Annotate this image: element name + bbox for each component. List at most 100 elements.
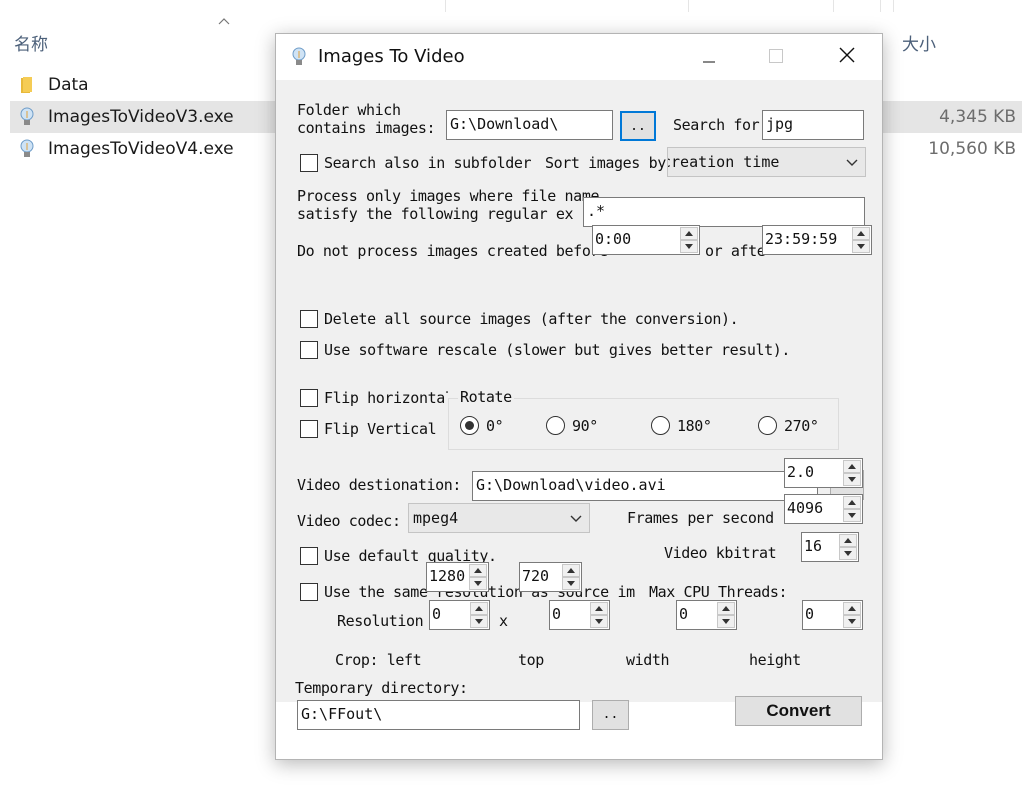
spin-up-icon[interactable] (469, 564, 487, 577)
search-for-label: Search for (673, 116, 760, 134)
spinner-value: 0 (805, 605, 815, 623)
temp-directory-label: Temporary directory: (295, 679, 468, 697)
max-cpu-spinner[interactable]: 16 (801, 532, 859, 562)
title-bar[interactable]: Images To Video (276, 34, 882, 80)
folder-icon (16, 74, 38, 96)
codec-label: Video codec: (297, 512, 401, 530)
crop-top-spinner[interactable]: 0 (549, 600, 610, 630)
chevron-down-icon (845, 152, 859, 176)
spin-down-icon[interactable] (717, 615, 735, 628)
spin-down-icon[interactable] (562, 577, 580, 590)
spinner-value: 1280 (429, 567, 466, 585)
or-after-label: or afte (705, 242, 766, 260)
convert-button[interactable]: Convert (735, 696, 862, 726)
close-button[interactable] (824, 34, 870, 80)
same-resolution-checkbox[interactable] (300, 583, 318, 601)
subfolder-checkbox[interactable] (300, 154, 318, 172)
sort-value: creation time (667, 153, 780, 171)
default-quality-checkbox[interactable] (300, 547, 318, 565)
spinner-value: 23:59:59 (765, 230, 838, 248)
after-time-spinner[interactable]: 23:59:59 (762, 225, 872, 255)
created-before-label: Do not process images created before (297, 242, 608, 260)
sort-label: Sort images by (545, 154, 666, 172)
spinner-value: 0:00 (595, 230, 632, 248)
codec-select[interactable]: mpeg4 (408, 503, 590, 533)
spin-up-icon[interactable] (843, 460, 861, 473)
rotate-option-label: 90° (572, 417, 598, 435)
lightbulb-icon (290, 46, 308, 72)
rotate-option-label: 270° (784, 417, 819, 435)
spin-down-icon[interactable] (843, 473, 861, 486)
codec-value: mpeg4 (413, 509, 459, 527)
lightbulb-icon (16, 106, 38, 128)
browse-temp-button[interactable]: .. (592, 700, 629, 730)
spin-down-icon[interactable] (839, 547, 857, 560)
resolution-x-label: x (499, 612, 508, 630)
column-header-name[interactable]: 名称 (14, 30, 48, 55)
crop-width-spinner[interactable]: 0 (676, 600, 737, 630)
spin-up-icon[interactable] (852, 227, 870, 240)
spinner-value: 0 (552, 605, 562, 623)
spin-up-icon[interactable] (680, 227, 698, 240)
rotate-0-radio[interactable] (460, 416, 479, 435)
search-for-input[interactable]: jpg (762, 110, 864, 140)
rotate-option-label: 0° (486, 417, 504, 435)
column-header-size[interactable]: 大小 (902, 30, 936, 55)
sort-select[interactable]: creation time (667, 147, 866, 177)
regex-label: Process only images where file name (297, 187, 600, 205)
before-time-spinner[interactable]: 0:00 (592, 225, 700, 255)
close-icon (839, 47, 855, 67)
spin-down-icon[interactable] (470, 615, 488, 628)
kbitrate-label: Video kbitrat (664, 544, 777, 562)
software-rescale-label: Use software rescale (slower but gives b… (324, 341, 791, 359)
minimize-button[interactable] (686, 34, 732, 80)
spinner-value: 720 (522, 567, 550, 585)
fps-spinner[interactable]: 2.0 (784, 458, 863, 488)
regex-input[interactable]: .* (583, 197, 865, 227)
spinner-value: 0 (432, 605, 442, 623)
maximize-button[interactable] (753, 34, 799, 80)
resolution-height-spinner[interactable]: 720 (519, 562, 582, 592)
rotate-90-radio[interactable] (546, 416, 565, 435)
spin-up-icon[interactable] (843, 496, 861, 509)
flip-vertical-checkbox[interactable] (300, 420, 318, 438)
spin-down-icon[interactable] (852, 240, 870, 253)
lightbulb-icon (16, 138, 38, 160)
rotate-270-radio[interactable] (758, 416, 777, 435)
spin-up-icon[interactable] (843, 602, 861, 615)
crop-height-spinner[interactable]: 0 (802, 600, 863, 630)
spin-down-icon[interactable] (469, 577, 487, 590)
spin-up-icon[interactable] (839, 534, 857, 547)
folder-input[interactable]: G:\Download\ (446, 110, 613, 140)
flip-horizontal-checkbox[interactable] (300, 389, 318, 407)
fps-label: Frames per second (627, 509, 774, 527)
video-destination-input[interactable]: G:\Download\video.avi (472, 471, 818, 501)
spin-up-icon[interactable] (590, 602, 608, 615)
folder-label: Folder which (297, 101, 401, 119)
browse-folder-button[interactable]: .. (620, 111, 656, 141)
flip-horizontal-label: Flip horizontal (324, 389, 448, 407)
spin-up-icon[interactable] (470, 602, 488, 615)
video-destination-label: Video destionation: (297, 476, 461, 494)
chevron-down-icon (569, 508, 583, 532)
spinner-value: 16 (804, 537, 823, 555)
delete-source-label: Delete all source images (after the conv… (324, 310, 739, 328)
temp-directory-input[interactable]: G:\FFout\ (297, 700, 580, 730)
crop-height-label: height (749, 651, 801, 669)
spin-down-icon[interactable] (590, 615, 608, 628)
spinner-value: 2.0 (787, 463, 815, 481)
delete-source-checkbox[interactable] (300, 310, 318, 328)
crop-left-spinner[interactable]: 0 (429, 600, 490, 630)
spin-down-icon[interactable] (680, 240, 698, 253)
kbitrate-spinner[interactable]: 4096 (784, 494, 863, 524)
spin-up-icon[interactable] (562, 564, 580, 577)
spinner-value: 0 (679, 605, 689, 623)
file-size: 10,560 KB (928, 139, 1016, 159)
software-rescale-checkbox[interactable] (300, 341, 318, 359)
spin-up-icon[interactable] (717, 602, 735, 615)
images-to-video-window: Images To Video Folder which contains im… (275, 33, 883, 760)
rotate-180-radio[interactable] (651, 416, 670, 435)
spin-down-icon[interactable] (843, 615, 861, 628)
resolution-width-spinner[interactable]: 1280 (426, 562, 489, 592)
spin-down-icon[interactable] (843, 509, 861, 522)
